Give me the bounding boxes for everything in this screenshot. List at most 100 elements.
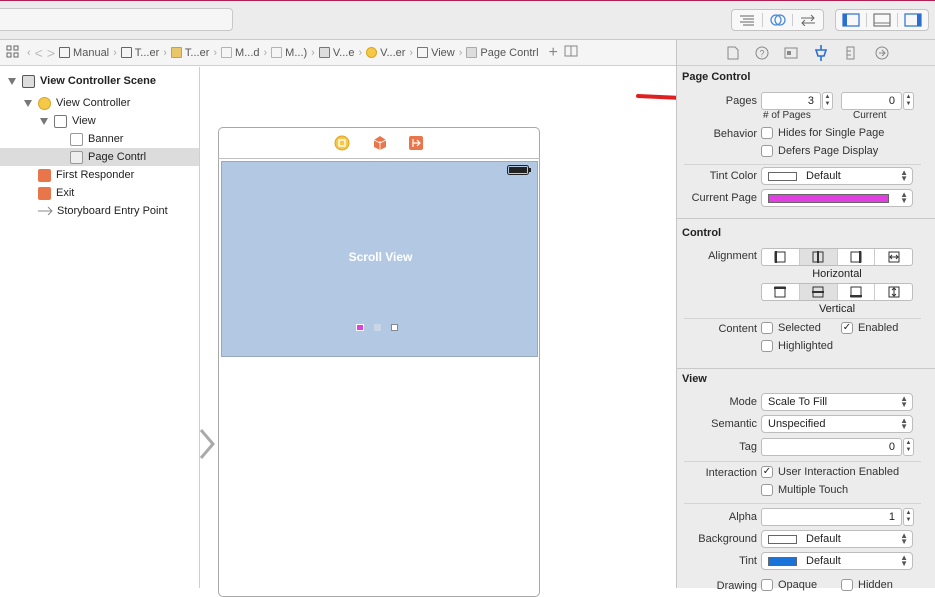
crumb-page-control[interactable]: Page Contrl (464, 47, 540, 59)
align-fill-segment[interactable] (875, 249, 912, 265)
crumb-folder[interactable]: T...er (169, 47, 211, 59)
scroll-view[interactable]: Scroll View (221, 161, 538, 357)
hidden-checkbox[interactable]: Hidden (841, 579, 893, 591)
align-center-segment[interactable] (799, 249, 838, 265)
tint-color-popup[interactable]: Default ▲ ▼ (761, 167, 913, 185)
selected-checkbox[interactable]: Selected (761, 322, 821, 334)
checkbox-box[interactable] (761, 340, 773, 352)
alpha-field[interactable]: 1 (761, 508, 902, 526)
outline-item-view[interactable]: View (0, 112, 199, 130)
file-inspector-icon[interactable] (727, 46, 739, 60)
scroll-view-label: Scroll View (348, 250, 413, 264)
add-editor-button[interactable]: + (549, 44, 558, 62)
checkbox-box[interactable] (761, 579, 773, 591)
checkbox-box[interactable] (761, 484, 773, 496)
crumb-file[interactable]: T...er (119, 47, 161, 59)
align-middle-icon (812, 286, 825, 298)
crumb-storyboard-base[interactable]: M...) (269, 47, 309, 59)
outline-item-scene[interactable]: View Controller Scene (0, 72, 199, 90)
page-control-section-title: Page Control (682, 71, 751, 83)
crumb-view[interactable]: View (415, 47, 457, 59)
alpha-stepper[interactable]: ▲ ▼ (903, 508, 914, 526)
drawing-label: Drawing (716, 580, 757, 592)
checkbox-box[interactable] (761, 145, 773, 157)
outline-item-banner[interactable]: Banner (0, 130, 199, 148)
outline-item-exit[interactable]: Exit (0, 184, 199, 202)
current-page-color-popup[interactable]: ▲ ▼ (761, 189, 913, 207)
checkmark-icon[interactable]: ✓ (841, 322, 853, 334)
storyboard-icon (221, 47, 233, 58)
view-controller-dock-icon[interactable] (334, 135, 350, 151)
outline-item-first-responder[interactable]: First Responder (0, 166, 199, 184)
version-editor-button[interactable] (792, 14, 823, 26)
help-inspector-icon[interactable]: ? (755, 46, 769, 60)
highlighted-checkbox[interactable]: Highlighted (761, 340, 833, 352)
forward-button[interactable]: > (45, 45, 57, 61)
multiple-touch-checkbox[interactable]: Multiple Touch (761, 484, 848, 496)
outline-label: Exit (56, 187, 75, 199)
background-popup[interactable]: Default ▲ ▼ (761, 530, 913, 548)
align-fill-vertical-segment[interactable] (875, 284, 912, 300)
align-bottom-segment[interactable] (838, 284, 876, 300)
hides-single-page-checkbox[interactable]: Hides for Single Page (761, 127, 884, 139)
align-left-segment[interactable] (762, 249, 800, 265)
crumb-project[interactable]: Manual (57, 47, 111, 59)
tag-stepper[interactable]: ▲ ▼ (903, 438, 914, 456)
enabled-checkbox[interactable]: ✓ Enabled (841, 322, 898, 334)
crumb-scene[interactable]: V...e (317, 47, 357, 59)
mode-popup[interactable]: Scale To Fill ▲ ▼ (761, 393, 913, 411)
exit-dock-icon[interactable] (408, 135, 424, 151)
view-tint-swatch (768, 556, 797, 566)
checkbox-box[interactable] (761, 322, 773, 334)
align-middle-segment[interactable] (799, 284, 838, 300)
checkmark-icon[interactable]: ✓ (761, 466, 773, 478)
disclosure-triangle-icon[interactable] (40, 117, 48, 125)
view-tint-popup[interactable]: Default ▲ ▼ (761, 552, 913, 570)
first-responder-dock-icon[interactable] (372, 135, 388, 151)
pages-stepper[interactable]: ▲ ▼ (822, 92, 833, 110)
opaque-checkbox[interactable]: Opaque (761, 579, 817, 591)
crumb-storyboard[interactable]: M...d (219, 47, 261, 59)
stepper-down-icon: ▼ (905, 447, 912, 453)
connections-inspector-icon[interactable] (875, 46, 889, 60)
outline-item-page-control[interactable]: Page Contrl (0, 148, 199, 166)
align-top-segment[interactable] (762, 284, 800, 300)
size-inspector-icon[interactable] (846, 46, 856, 60)
checkbox-box[interactable] (841, 579, 853, 591)
exit-icon (38, 186, 51, 200)
tag-field[interactable]: 0 (761, 438, 902, 456)
current-page-field[interactable]: 0 (841, 92, 902, 110)
view-tint-value: Default (806, 555, 841, 567)
standard-editor-button[interactable] (732, 14, 762, 26)
outline-item-view-controller[interactable]: View Controller (0, 94, 199, 112)
related-items-icon[interactable] (0, 45, 25, 61)
crumb-view-controller[interactable]: V...er (364, 47, 407, 59)
page-control[interactable] (356, 324, 398, 331)
utilities-toggle-button[interactable] (897, 13, 928, 27)
vertical-alignment-control[interactable] (761, 283, 913, 301)
disclosure-triangle-icon[interactable] (24, 99, 32, 107)
defers-page-display-checkbox[interactable]: Defers Page Display (761, 145, 878, 157)
back-button[interactable]: < (33, 45, 45, 61)
back-arrow-icon[interactable]: ‹ (25, 47, 33, 59)
popup-arrows-icon: ▲ ▼ (900, 531, 908, 546)
checkbox-box[interactable] (761, 127, 773, 139)
crumb-label: View (431, 46, 455, 59)
horizontal-alignment-control[interactable] (761, 248, 913, 266)
semantic-popup[interactable]: Unspecified ▲ ▼ (761, 415, 913, 433)
lines-icon (739, 15, 754, 26)
semantic-value: Unspecified (768, 418, 826, 430)
current-page-stepper[interactable]: ▲ ▼ (903, 92, 914, 110)
attributes-inspector-icon[interactable] (813, 44, 829, 62)
navigator-toggle-button[interactable] (836, 13, 866, 27)
identity-inspector-icon[interactable] (784, 46, 798, 60)
crumb-separator: › (358, 46, 363, 59)
debug-area-toggle-button[interactable] (866, 13, 897, 27)
assistant-editor-button[interactable] (761, 13, 793, 27)
split-editor-icon[interactable] (564, 45, 578, 60)
pages-field[interactable]: 3 (761, 92, 821, 110)
disclosure-triangle-icon[interactable] (8, 77, 16, 85)
outline-item-entry-point[interactable]: Storyboard Entry Point (0, 202, 199, 220)
user-interaction-checkbox[interactable]: ✓ User Interaction Enabled (761, 466, 899, 478)
align-right-segment[interactable] (838, 249, 876, 265)
